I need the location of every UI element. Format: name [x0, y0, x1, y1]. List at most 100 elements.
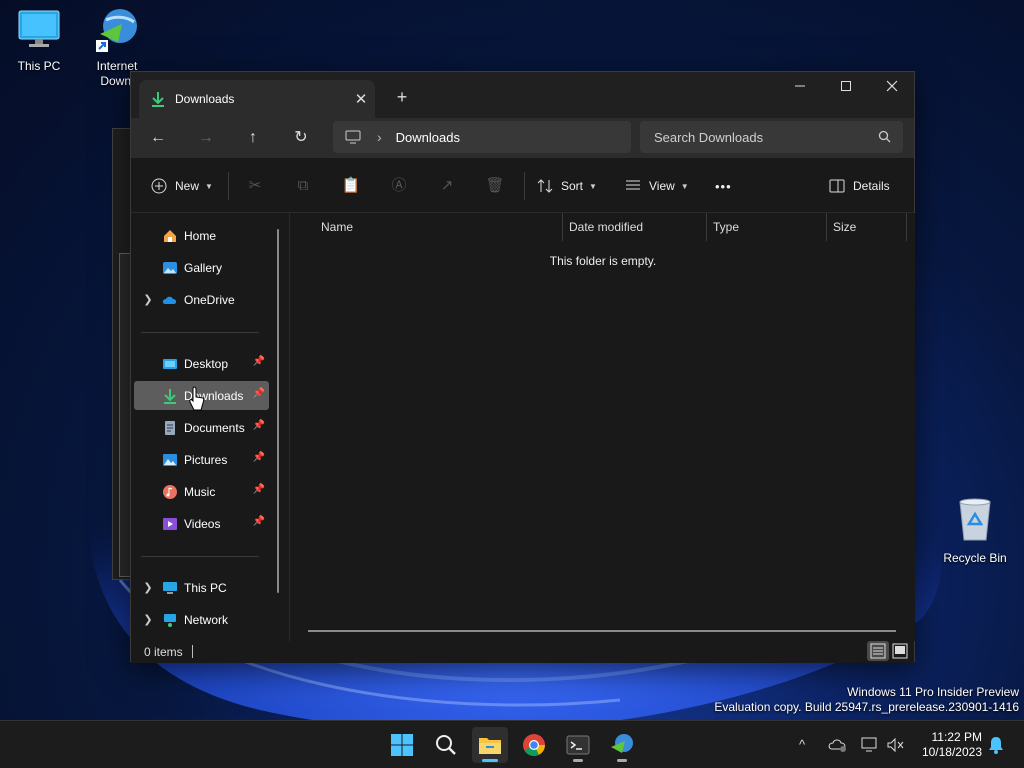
sidebar-item-pictures[interactable]: Pictures 📌: [134, 445, 269, 474]
sidebar-item-desktop[interactable]: Desktop 📌: [134, 349, 269, 378]
chevron-right-icon[interactable]: ❯: [134, 293, 162, 306]
desktop-icon-recycle-bin[interactable]: Recycle Bin: [936, 498, 1014, 566]
file-list-pane: Name Date modified Type Size This folder…: [289, 213, 915, 641]
minimize-button[interactable]: [777, 72, 823, 102]
column-header-name[interactable]: Name: [321, 213, 353, 241]
breadcrumb-separator[interactable]: ›: [377, 129, 382, 145]
chevron-right-icon[interactable]: ❯: [134, 613, 162, 626]
taskbar: ^ 11:22 PM 10/18/2023: [0, 720, 1024, 768]
view-button[interactable]: View ▼: [625, 172, 689, 200]
system-clock[interactable]: 11:22 PM 10/18/2023: [912, 730, 982, 760]
sort-label: Sort: [561, 179, 584, 193]
new-tab-button[interactable]: +: [389, 84, 415, 110]
details-pane-button[interactable]: Details: [829, 172, 890, 200]
sidebar-item-documents[interactable]: Documents 📌: [134, 413, 269, 442]
watermark-line-2: Evaluation copy. Build 25947.rs_prerelea…: [714, 700, 1019, 714]
minimize-icon: [795, 85, 805, 87]
desktop-icon-this-pc[interactable]: This PC: [0, 10, 78, 74]
column-header-date-modified[interactable]: Date modified: [569, 213, 643, 241]
maximize-icon: [841, 81, 851, 91]
details-view-icon: [870, 643, 886, 659]
taskbar-file-explorer[interactable]: [472, 727, 508, 763]
taskbar-terminal[interactable]: [560, 727, 596, 763]
sidebar-item-this-pc[interactable]: ❯ This PC: [134, 573, 269, 602]
status-bar: 0 items: [131, 641, 914, 663]
plus-circle-icon: [151, 178, 167, 194]
sidebar-item-label: Gallery: [184, 260, 223, 275]
chrome-icon: [523, 734, 545, 756]
new-button[interactable]: New ▼: [151, 172, 213, 200]
details-pane-icon: [829, 179, 845, 193]
sidebar-item-music[interactable]: Music 📌: [134, 477, 269, 506]
maximize-button[interactable]: [823, 72, 869, 102]
pin-icon[interactable]: 📌: [253, 356, 265, 367]
more-options-button[interactable]: •••: [715, 172, 732, 200]
sort-button[interactable]: Sort ▼: [537, 172, 597, 200]
cut-icon[interactable]: ✂: [243, 174, 267, 198]
pin-icon[interactable]: 📌: [253, 388, 265, 399]
taskbar-chrome[interactable]: [516, 727, 552, 763]
sidebar-item-label: Home: [184, 228, 217, 243]
command-separator: [228, 172, 229, 200]
notification-bell-icon[interactable]: [988, 736, 1004, 754]
tab-downloads[interactable]: Downloads ✕: [139, 80, 375, 118]
details-view-button[interactable]: [867, 641, 889, 661]
refresh-button[interactable]: ↻: [285, 122, 317, 154]
search-placeholder: Search Downloads: [654, 129, 764, 145]
music-icon: [163, 484, 177, 499]
pin-icon[interactable]: 📌: [253, 484, 265, 495]
forward-button[interactable]: →: [190, 122, 222, 154]
volume-muted-icon[interactable]: [887, 737, 905, 753]
search-icon: [436, 735, 456, 755]
watermark-line-1: Windows 11 Pro Insider Preview: [847, 685, 1019, 699]
chevron-right-icon[interactable]: ❯: [134, 581, 162, 594]
search-button[interactable]: [428, 727, 464, 763]
sidebar-item-label: Videos: [184, 516, 221, 531]
column-divider[interactable]: [826, 213, 827, 241]
column-header-size[interactable]: Size: [833, 213, 856, 241]
delete-icon[interactable]: 🗑: [483, 174, 507, 198]
pin-icon[interactable]: 📌: [253, 452, 265, 463]
taskbar-internet-download-manager[interactable]: [604, 727, 640, 763]
share-icon[interactable]: ↗: [435, 174, 459, 198]
internet-download-manager-icon: [611, 734, 633, 753]
search-input[interactable]: Search Downloads: [640, 121, 903, 153]
sidebar-item-videos[interactable]: Videos 📌: [134, 509, 269, 538]
clock-date: 10/18/2023: [921, 745, 982, 759]
navigation-bar: ← → ↑ ↻ › Downloads Search Downloads: [131, 118, 914, 158]
pin-icon[interactable]: 📌: [253, 420, 265, 431]
rename-icon[interactable]: Ⓐ: [387, 174, 411, 198]
sidebar-item-label: Desktop: [184, 356, 229, 371]
sidebar-item-home[interactable]: Home: [134, 221, 269, 250]
start-button[interactable]: [384, 727, 420, 763]
column-divider[interactable]: [706, 213, 707, 241]
download-icon: [152, 92, 164, 107]
sidebar-item-onedrive[interactable]: ❯ OneDrive: [134, 285, 269, 314]
column-divider[interactable]: [906, 213, 907, 241]
breadcrumb-current[interactable]: Downloads: [396, 130, 460, 145]
copy-icon[interactable]: ⧉: [291, 174, 315, 198]
pin-icon[interactable]: 📌: [253, 516, 265, 527]
title-bar: Downloads ✕ +: [131, 72, 914, 118]
sidebar-item-label: Music: [184, 484, 216, 499]
address-bar[interactable]: › Downloads: [333, 121, 631, 153]
close-tab-button[interactable]: ✕: [347, 90, 375, 108]
windows-logo-icon: [391, 734, 413, 756]
up-button[interactable]: ↑: [237, 122, 269, 154]
sidebar-item-gallery[interactable]: Gallery: [134, 253, 269, 282]
file-explorer-window: Downloads ✕ + ← → ↑ ↻ › Downloads Search…: [130, 71, 915, 663]
column-divider[interactable]: [562, 213, 563, 241]
paste-icon[interactable]: 📋: [339, 174, 363, 198]
horizontal-scrollbar[interactable]: [308, 630, 896, 632]
large-icons-view-button[interactable]: [889, 641, 911, 661]
onedrive-status-icon[interactable]: [828, 737, 848, 753]
sidebar-divider: [141, 332, 259, 333]
sidebar-scrollbar[interactable]: [277, 229, 279, 593]
back-button[interactable]: ←: [142, 122, 174, 154]
chevron-down-icon: ▼: [205, 181, 213, 191]
column-header-type[interactable]: Type: [713, 213, 739, 241]
show-hidden-icons-button[interactable]: ^: [799, 737, 805, 752]
close-window-button[interactable]: [869, 72, 915, 102]
network-status-icon[interactable]: [861, 737, 879, 753]
sidebar-item-network[interactable]: ❯ Network: [134, 605, 269, 634]
